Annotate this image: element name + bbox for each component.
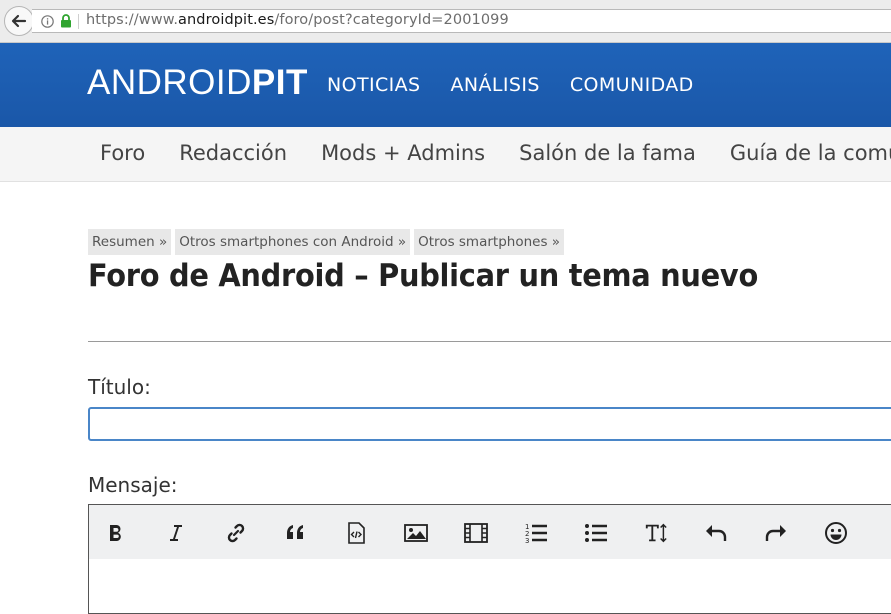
main-nav: NOTICIAS ANÁLISIS COMUNIDAD bbox=[327, 74, 694, 96]
link-button[interactable] bbox=[224, 521, 248, 545]
emoji-button[interactable] bbox=[824, 521, 848, 545]
back-arrow-icon bbox=[11, 14, 27, 28]
nav-comunidad[interactable]: COMUNIDAD bbox=[570, 74, 694, 96]
redo-button[interactable] bbox=[764, 521, 788, 545]
subnav-salon-fama[interactable]: Salón de la fama bbox=[519, 141, 696, 165]
url-path: /foro/post?categoryId=2001099 bbox=[274, 12, 509, 28]
info-icon[interactable] bbox=[41, 15, 54, 28]
mensaje-label: Mensaje: bbox=[88, 473, 178, 497]
nav-noticias[interactable]: NOTICIAS bbox=[327, 74, 421, 96]
italic-icon bbox=[170, 525, 182, 541]
page-title: Foro de Android – Publicar un tema nuevo bbox=[88, 258, 758, 294]
editor-toolbar: 123 bbox=[89, 505, 891, 559]
quote-icon bbox=[287, 525, 303, 539]
subnav-foro[interactable]: Foro bbox=[100, 141, 145, 165]
breadcrumb-resumen[interactable]: Resumen » bbox=[88, 229, 172, 255]
sub-nav: Foro Redacción Mods + Admins Salón de la… bbox=[0, 127, 891, 182]
svg-text:3: 3 bbox=[525, 537, 529, 544]
breadcrumb: Resumen » Otros smartphones con Android … bbox=[88, 229, 565, 255]
bold-icon bbox=[110, 525, 121, 541]
video-icon bbox=[464, 523, 488, 543]
subnav-redaccion[interactable]: Redacción bbox=[179, 141, 287, 165]
bullet-list-icon bbox=[585, 524, 607, 542]
quote-button[interactable] bbox=[284, 521, 308, 545]
code-button[interactable] bbox=[344, 521, 368, 545]
redo-icon bbox=[765, 525, 786, 541]
bullet-list-button[interactable] bbox=[584, 521, 608, 545]
url-text[interactable]: https://www.androidpit.es/foro/post?cate… bbox=[86, 12, 509, 28]
code-icon bbox=[348, 522, 365, 544]
link-icon bbox=[227, 523, 245, 543]
nav-analisis[interactable]: ANÁLISIS bbox=[451, 74, 540, 96]
numbered-list-button[interactable]: 123 bbox=[524, 521, 548, 545]
breadcrumb-otros-smartphones-android[interactable]: Otros smartphones con Android » bbox=[175, 229, 411, 255]
image-button[interactable] bbox=[404, 521, 428, 545]
url-bar[interactable]: https://www.androidpit.es/foro/post?cate… bbox=[32, 9, 891, 33]
bold-button[interactable] bbox=[104, 521, 128, 545]
url-host: androidpit.es bbox=[178, 12, 275, 28]
url-scheme: https://www. bbox=[86, 12, 179, 28]
url-separator bbox=[78, 14, 79, 29]
video-button[interactable] bbox=[464, 521, 488, 545]
back-button[interactable] bbox=[4, 6, 34, 36]
italic-button[interactable] bbox=[164, 521, 188, 545]
site-header: ANDROIDPIT NOTICIAS ANÁLISIS COMUNIDAD bbox=[0, 43, 891, 127]
browser-toolbar: https://www.androidpit.es/foro/post?cate… bbox=[0, 0, 891, 43]
text-size-icon bbox=[645, 523, 667, 543]
image-icon bbox=[404, 524, 428, 542]
divider bbox=[88, 341, 891, 342]
undo-button[interactable] bbox=[704, 521, 728, 545]
undo-icon bbox=[706, 525, 727, 541]
numbered-list-icon: 123 bbox=[525, 523, 547, 544]
subnav-mods-admins[interactable]: Mods + Admins bbox=[321, 141, 485, 165]
logo-part1: ANDROID bbox=[87, 63, 252, 102]
logo-part2: PIT bbox=[251, 63, 308, 102]
emoji-icon bbox=[825, 522, 847, 544]
breadcrumb-otros-smartphones[interactable]: Otros smartphones » bbox=[414, 229, 565, 255]
titulo-label: Título: bbox=[88, 375, 151, 399]
titulo-input[interactable] bbox=[88, 407, 891, 441]
lock-icon[interactable] bbox=[60, 14, 72, 28]
site-logo[interactable]: ANDROIDPIT bbox=[87, 64, 308, 102]
message-editor[interactable]: 123 bbox=[88, 504, 891, 614]
subnav-guia-comunidad[interactable]: Guía de la comunidad bbox=[730, 141, 891, 165]
text-size-button[interactable] bbox=[644, 521, 668, 545]
